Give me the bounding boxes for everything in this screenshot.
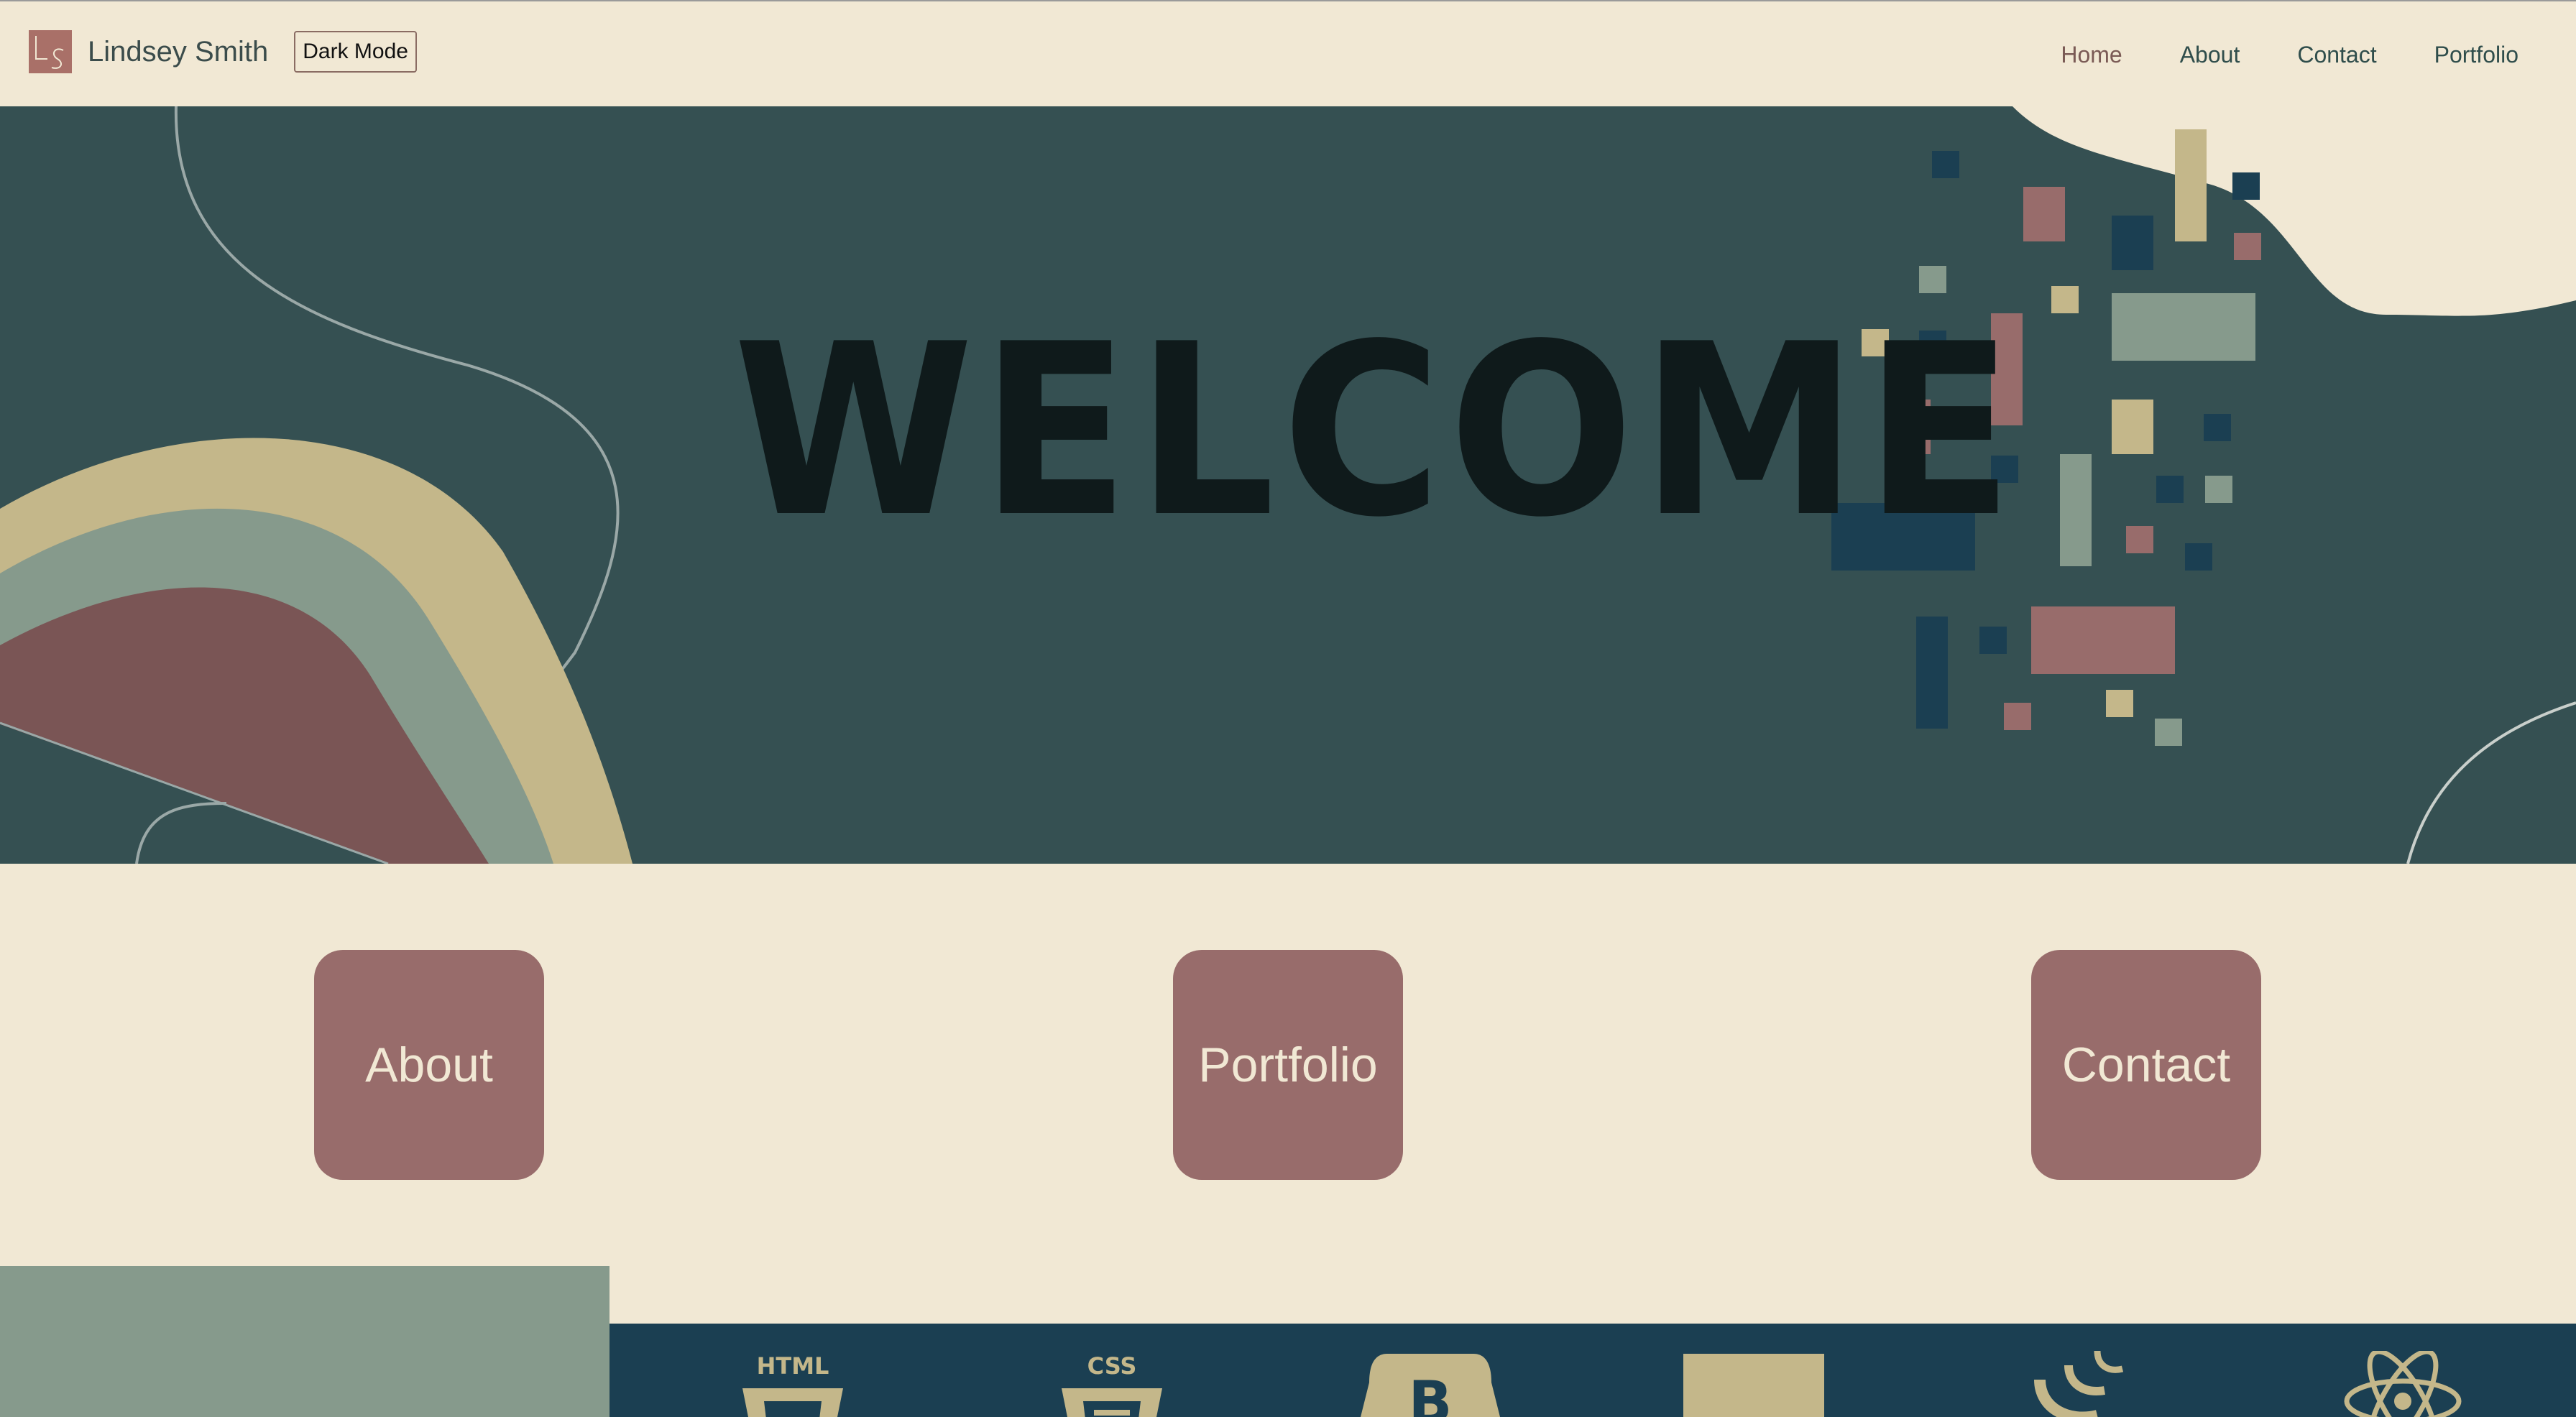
js-icon bbox=[1683, 1354, 1827, 1417]
jquery-icon bbox=[2025, 1350, 2140, 1417]
dark-mode-button[interactable]: Dark Mode bbox=[294, 31, 417, 73]
react-icon bbox=[2342, 1349, 2464, 1417]
bootstrap-label: B bbox=[1409, 1369, 1453, 1417]
nav-home-link[interactable]: Home bbox=[2061, 42, 2122, 68]
navbar: Lindsey Smith Dark Mode Home About Conta… bbox=[0, 0, 2576, 106]
logo-icon bbox=[29, 30, 72, 73]
bootstrap-icon: B bbox=[1358, 1354, 1502, 1417]
css-icon: CSS bbox=[1058, 1352, 1166, 1417]
about-tile-button[interactable]: About bbox=[314, 950, 544, 1180]
hero-banner: WELCOME bbox=[0, 106, 2576, 864]
skills-bar: HTML CSS B bbox=[610, 1324, 2576, 1417]
right-arc-shape bbox=[2406, 701, 2576, 864]
hero-title: WELCOME bbox=[733, 293, 2020, 569]
css-label: CSS bbox=[1087, 1352, 1137, 1380]
brand[interactable]: Lindsey Smith Dark Mode bbox=[29, 30, 417, 73]
tile-row: About Portfolio Contact bbox=[0, 864, 2576, 1266]
nav-portfolio-link[interactable]: Portfolio bbox=[2434, 42, 2518, 68]
sage-block bbox=[0, 1266, 610, 1417]
cream-blob-shape bbox=[2012, 106, 2576, 316]
html-icon: HTML bbox=[739, 1352, 847, 1417]
nav-about-link[interactable]: About bbox=[2180, 42, 2240, 68]
portfolio-tile-button[interactable]: Portfolio bbox=[1173, 950, 1403, 1180]
nav-links: Home About Contact Portfolio bbox=[2003, 1, 2518, 108]
html-label: HTML bbox=[757, 1352, 829, 1380]
brand-name[interactable]: Lindsey Smith bbox=[88, 36, 268, 68]
contact-tile-button[interactable]: Contact bbox=[2031, 950, 2261, 1180]
nav-contact-link[interactable]: Contact bbox=[2297, 42, 2376, 68]
